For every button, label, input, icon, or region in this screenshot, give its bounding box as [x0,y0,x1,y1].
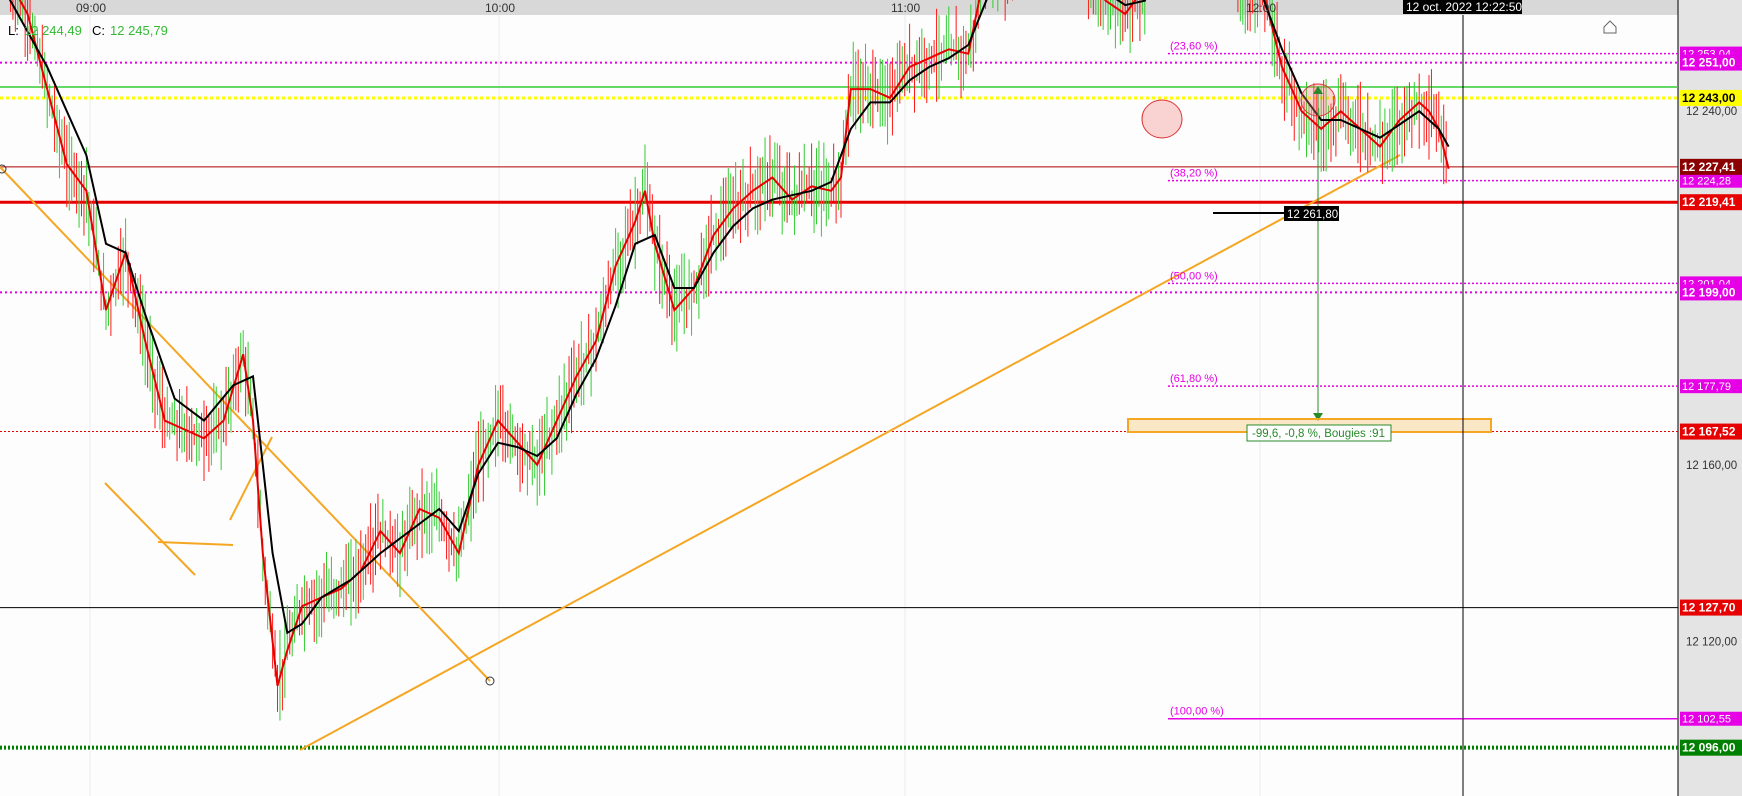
x-tick-label: 11:00 [891,1,920,15]
y-tick-label: 12 120,00 [1686,637,1737,649]
close-label: C: [92,23,105,38]
low-value: 12 244,49 [24,23,82,38]
close-value: 12 245,79 [110,23,168,38]
fib-price-marker-label: 12 224,28 [1682,176,1731,188]
fib-level-label: (61,80 %) [1170,373,1218,385]
measure-label: -99,6, -0,8 %, Bougies :91 [1252,428,1385,440]
price-level-marker-label: 12 251,00 [1682,56,1736,70]
fib-price-marker-label: 12 177,79 [1682,381,1731,393]
price-level-marker-label: 12 227,41 [1682,160,1736,174]
x-tick-label: 09:00 [76,1,106,15]
crosshair-time-label: 12 oct. 2022 12:22:50 [1406,0,1522,14]
x-tick-label: 12:00 [1246,1,1276,15]
top-marker-1[interactable] [1141,99,1183,139]
chart-background [0,0,1742,796]
price-level-marker-label: 12 127,70 [1682,601,1736,615]
price-level-marker-label: 12 243,00 [1682,91,1736,105]
price-axis[interactable] [1678,0,1742,796]
price-chart[interactable]: -99,6, -0,8 %, Bougies :91 12 261,80 (0,… [0,0,1742,796]
low-label: L: [8,23,19,38]
fib-level-label: (38,20 %) [1170,168,1218,180]
price-tag-label: 12 261,80 [1287,209,1338,221]
price-level-marker-label: 12 219,41 [1682,195,1736,209]
price-level-marker-label: 12 167,52 [1682,425,1736,439]
y-tick-label: 12 160,00 [1686,460,1737,472]
fib-level-label: (23,60 %) [1170,41,1218,53]
price-level-marker-label: 12 199,00 [1682,285,1736,299]
fib-level-label: (50,00 %) [1170,270,1218,282]
fib-level-label: (100,00 %) [1170,706,1224,718]
fib-price-marker-label: 12 102,55 [1682,714,1731,726]
x-tick-label: 10:00 [485,1,515,15]
price-level-marker-label: 12 096,00 [1682,741,1736,755]
y-tick-label: 12 240,00 [1686,106,1737,118]
